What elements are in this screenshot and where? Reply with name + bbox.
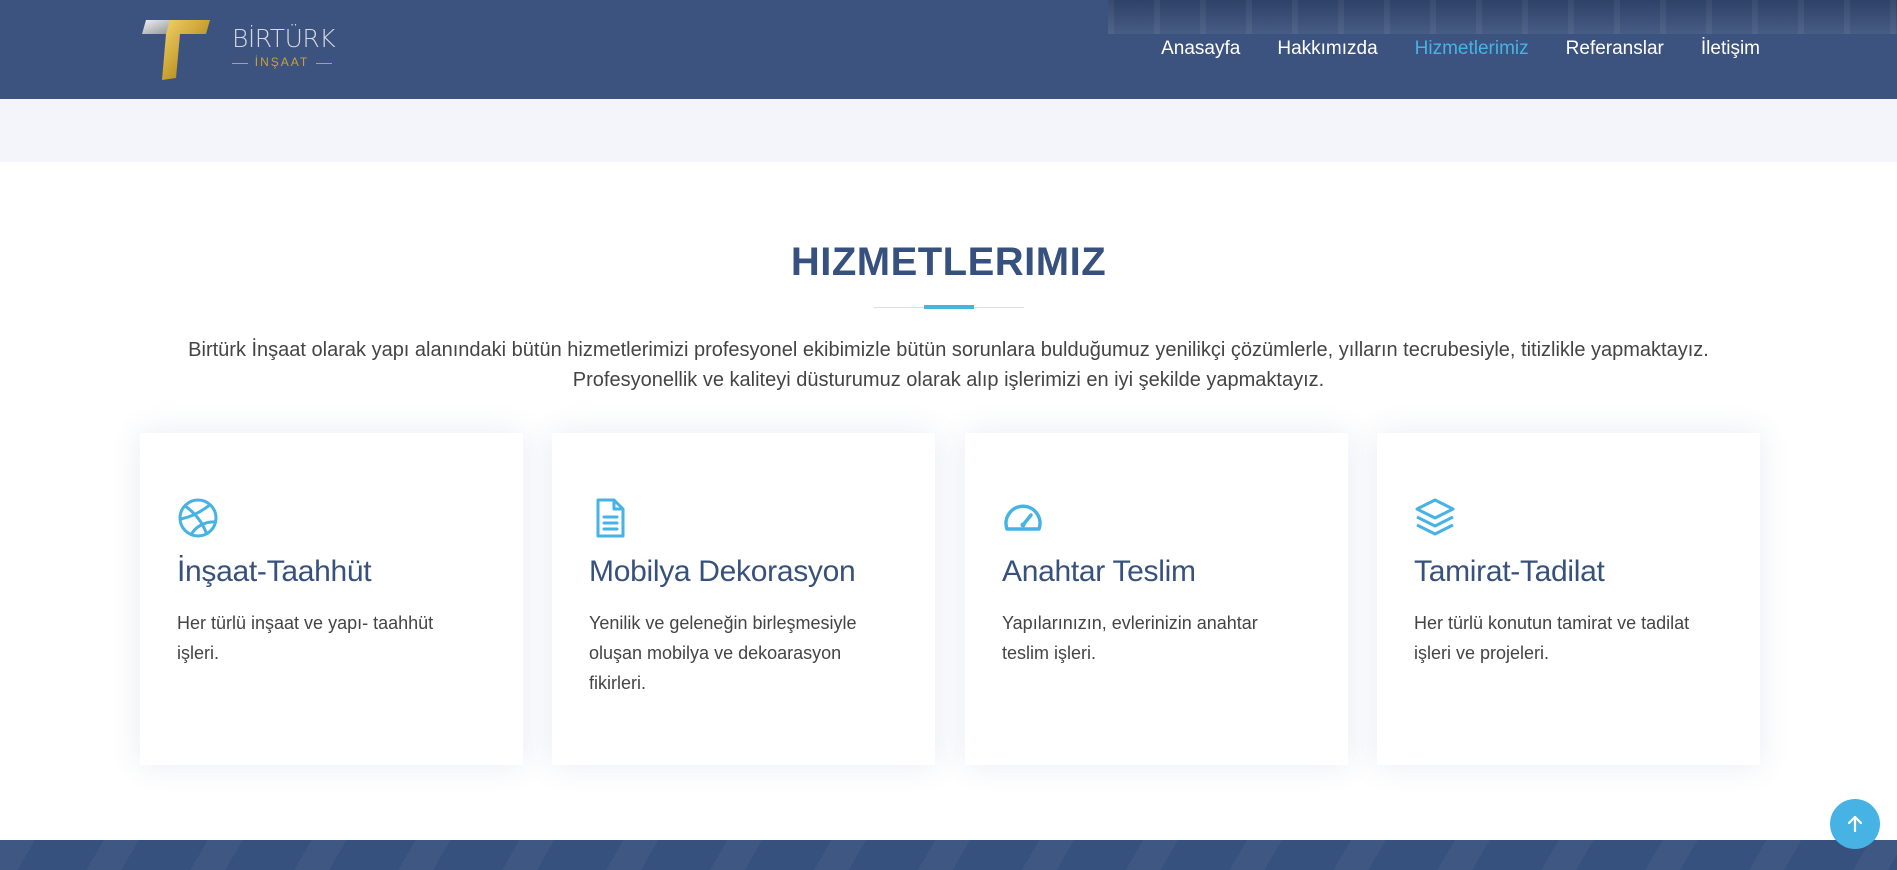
footer-top-edge: [0, 840, 1897, 870]
service-card-text: Her türlü inşaat ve yapı- taahhüt işleri…: [177, 613, 434, 663]
breadcrumb-strip: [0, 99, 1897, 162]
section-description-line-1: Birtürk İnşaat olarak yapı alanındaki bü…: [188, 339, 1709, 361]
title-accent-bar: [924, 305, 974, 309]
section-description: Birtürk İnşaat olarak yapı alanındaki bü…: [120, 335, 1777, 395]
document-icon: [589, 497, 631, 539]
arrow-up-icon: [1847, 815, 1863, 833]
site-header: BİRTÜRK İNŞAAT Anasayfa Hakkımızda Hizme…: [0, 0, 1897, 99]
service-card-anahtar[interactable]: Anahtar Teslim Yapılarınızın, evlerinizi…: [965, 433, 1348, 765]
service-card-title: İnşaat-Taahhüt: [177, 555, 372, 588]
service-card-tamirat[interactable]: Tamirat-Tadilat Her türlü konutun tamira…: [1377, 433, 1760, 765]
logo-subtitle: İNŞAAT: [232, 56, 332, 68]
service-card-text: Her türlü konutun tamirat ve tadilat işl…: [1414, 613, 1690, 663]
logo-name: BİRTÜRK: [232, 24, 336, 53]
logo-mark-icon: [142, 20, 210, 80]
layers-icon: [1414, 497, 1456, 539]
nav-item-hakkimizda[interactable]: Hakkımızda: [1277, 36, 1377, 62]
section-title: HIZMETLERIMIZ: [790, 240, 1107, 284]
speedometer-icon: [1002, 497, 1044, 539]
nav-item-iletisim[interactable]: İletişim: [1701, 36, 1760, 62]
service-card-title: Anahtar Teslim: [1002, 555, 1196, 588]
site-logo[interactable]: BİRTÜRK İNŞAAT: [140, 16, 340, 82]
service-card-mobilya[interactable]: Mobilya Dekorasyon Yenilik ve geleneğin …: [552, 433, 935, 765]
dribbble-icon: [177, 497, 219, 539]
nav-item-hizmetlerimiz[interactable]: Hizmetlerimiz: [1415, 36, 1529, 62]
main-nav: Anasayfa Hakkımızda Hizmetlerimiz Refera…: [1124, 36, 1760, 62]
service-card-title: Tamirat-Tadilat: [1414, 555, 1605, 588]
nav-item-referanslar[interactable]: Referanslar: [1566, 36, 1664, 62]
header-background-photo: [1108, 0, 1897, 34]
service-card-title: Mobilya Dekorasyon: [589, 555, 856, 588]
service-card-insaat[interactable]: İnşaat-Taahhüt Her türlü inşaat ve yapı-…: [140, 433, 523, 765]
back-to-top-button[interactable]: [1830, 799, 1880, 849]
section-description-line-2: Profesyonellik ve kaliteyi düsturumuz ol…: [572, 369, 1325, 391]
service-card-text: Yapılarınızın, evlerinizin anahtar tesli…: [1002, 613, 1258, 663]
service-card-text: Yenilik ve geleneğin birleşmesiyle oluşa…: [589, 613, 857, 693]
nav-item-anasayfa[interactable]: Anasayfa: [1161, 36, 1240, 62]
